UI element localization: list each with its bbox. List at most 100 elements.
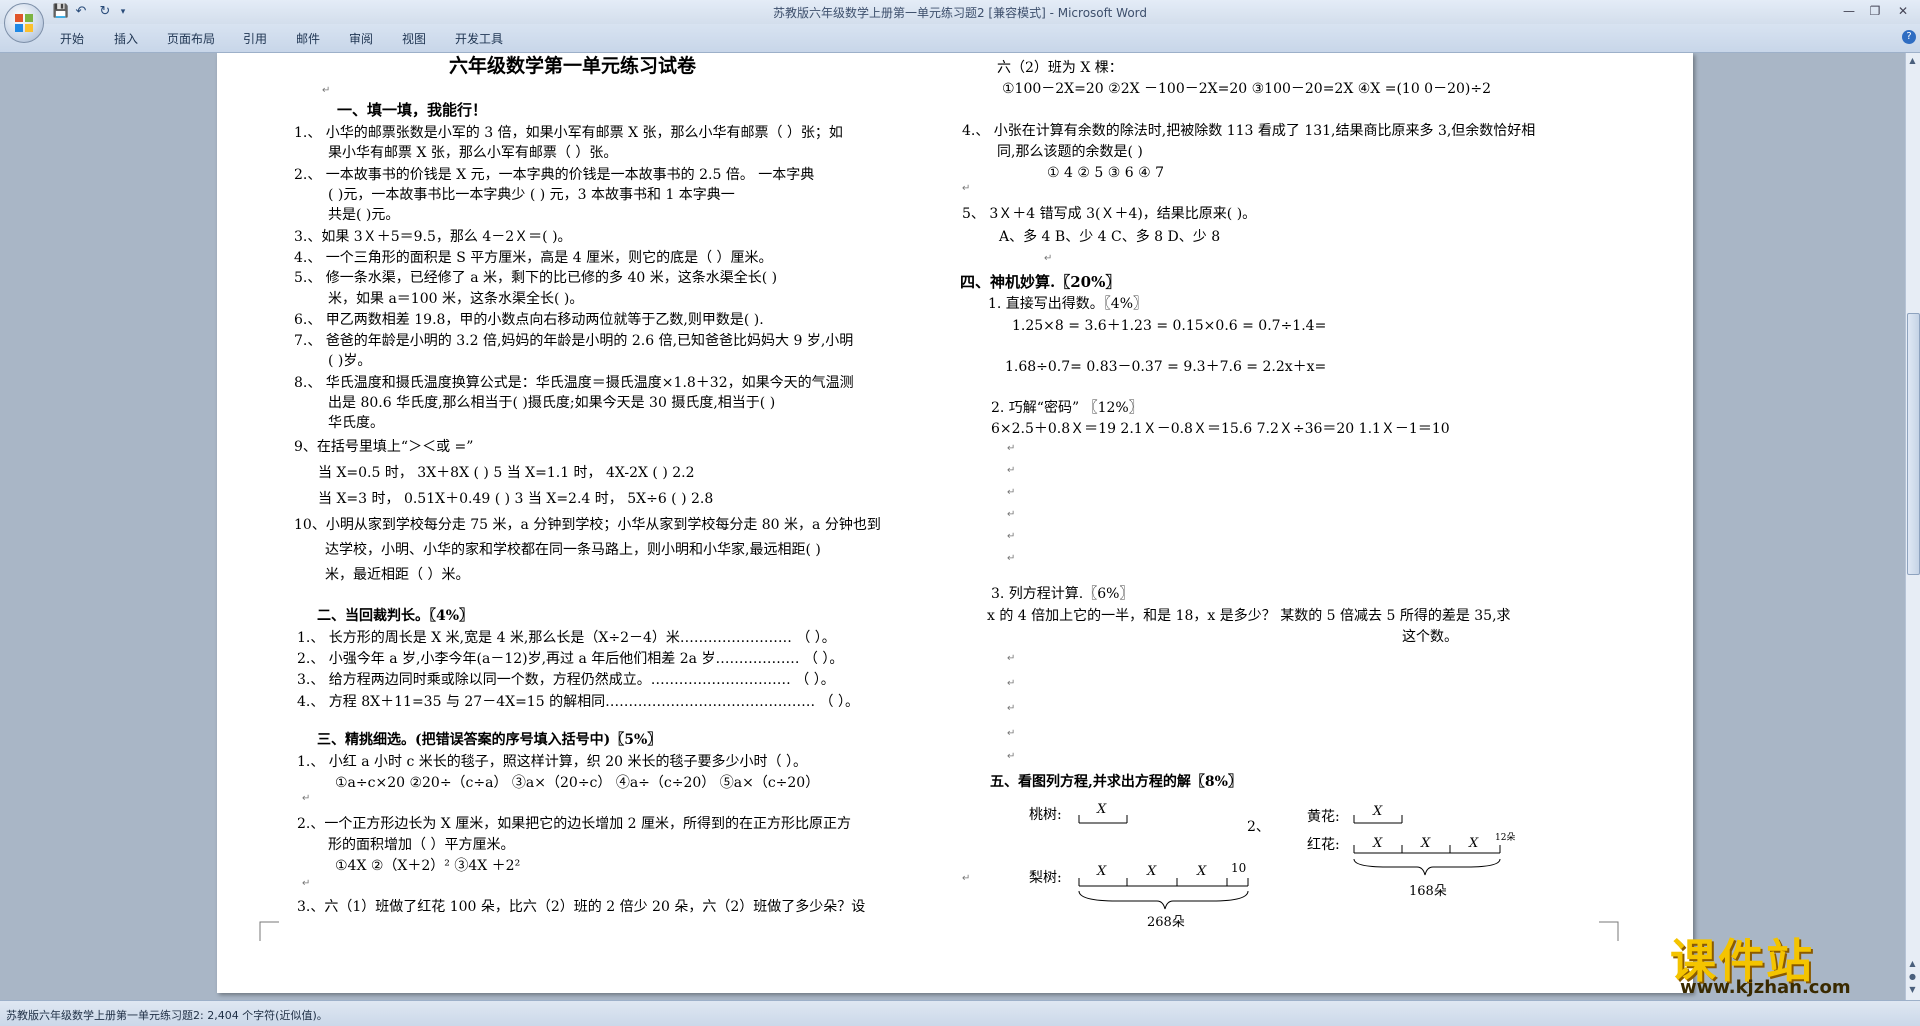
scroll-thumb[interactable]: [1907, 313, 1920, 575]
fig1-total-label: 268朵: [1147, 915, 1185, 930]
choice-4-line-b: 同,那么该题的余数是( ): [997, 144, 1143, 160]
q9-row-b: 当 X=3 时， 0.51X＋0.49 ( ) 3 当 X=2.4 时， 5X÷…: [318, 491, 714, 507]
paragraph-mark: ↵: [1007, 509, 1016, 520]
document-area[interactable]: 六年级数学第一单元练习试卷 一、填一填，我能行！ 1.、 小华的邮票张数是小军的…: [0, 53, 1906, 1000]
paragraph-mark: ↵: [302, 878, 311, 889]
paragraph-mark: ↵: [962, 873, 971, 884]
tab-page-layout[interactable]: 页面布局: [167, 30, 215, 47]
choice-5-options: A、多 4 B、少 4 C、多 8 D、少 8: [999, 229, 1221, 245]
fig2-x-label: X: [1420, 836, 1431, 851]
choice-3-options: ①100－2X=20 ②2X －100－2X=20 ③100－20=2X ④X …: [1002, 81, 1491, 97]
paragraph-mark: ↵: [322, 85, 331, 96]
fig2-yellow-label: 黄花:: [1307, 808, 1340, 825]
figure-yellow-red: 2、 黄花: X 红花: X X X 12朵 168朵: [1247, 804, 1515, 899]
paragraph-mark: ↵: [1007, 531, 1016, 542]
undo-icon[interactable]: ↶: [72, 3, 90, 21]
paragraph-mark: ↵: [1044, 253, 1053, 264]
fig1-peach-label: 桃树:: [1029, 807, 1062, 823]
judge-2: 2.、 小强今年 a 岁,小李今年(a－12)岁,再过 a 年后他们相差 2a …: [297, 651, 844, 667]
fig2-number-label: 2、: [1247, 819, 1270, 835]
watermark-url: www.kjzhan.com: [1680, 977, 1851, 998]
q1-line-b: 果小华有邮票 X 张，那么小军有邮票（ ）张。: [328, 145, 618, 161]
q8-line-b: 出是 80.6 华氏度,那么相当于( )摄氏度;如果今天是 30 摄氏度,相当于…: [328, 395, 776, 411]
close-icon[interactable]: ✕: [1892, 2, 1914, 20]
calc-1-row-a: 1.25×8 = 3.6＋1.23 = 0.15×0.6 = 0.7÷1.4=: [1012, 318, 1327, 334]
tab-references[interactable]: 引用: [243, 30, 267, 47]
paragraph-mark: ↵: [1007, 553, 1016, 564]
paragraph-mark: ↵: [1007, 465, 1016, 476]
section-2-heading: 二、当回裁判长。〖4%〗: [317, 608, 474, 624]
paragraph-mark: ↵: [1007, 728, 1016, 739]
help-icon[interactable]: ?: [1902, 30, 1916, 44]
redo-icon[interactable]: ↻: [96, 3, 114, 21]
fig1-x-label: X: [1146, 864, 1157, 879]
save-icon[interactable]: 💾: [52, 3, 70, 21]
figure-peach-pear: 桃树: X 梨树: X X X 10 268朵: [1029, 802, 1249, 930]
fig2-red-label: 红花:: [1307, 837, 1340, 853]
judge-3: 3.、 给方程两边同时乘或除以同一个数，方程仍然成立。………………………… （ …: [297, 672, 835, 688]
paragraph-mark: ↵: [1007, 751, 1016, 762]
fig1-x-label: X: [1096, 864, 1107, 879]
choice-1: 1.、 小红 a 小时 c 米长的毯子，照这样计算，织 20 米长的毯子要多少小…: [297, 754, 807, 770]
q8-line-c: 华氏度。: [328, 415, 384, 431]
fig2-twelve-label: 12朵: [1495, 832, 1515, 843]
tab-developer[interactable]: 开发工具: [455, 30, 503, 47]
choice-1-options: ①a÷c×20 ②20÷（c÷a） ③a×（20÷c） ④a÷（c÷20） ⑤a…: [335, 775, 820, 791]
customize-icon[interactable]: ▾: [114, 3, 132, 21]
q5-line-a: 5.、 修一条水渠，已经修了 a 米，剩下的比已修的多 40 米，这条水渠全长(…: [294, 270, 778, 286]
calc-2-heading: 2. 巧解“密码” 〖12%〗: [991, 400, 1143, 416]
choice-3-line-b: 六（2）班为 X 棵：: [997, 60, 1123, 76]
paragraph-mark: ↵: [1007, 678, 1016, 689]
office-button[interactable]: [4, 3, 44, 43]
paragraph-mark: ↵: [302, 793, 311, 804]
q2-line-c: 共是( )元。: [328, 207, 400, 223]
crop-mark: [1599, 921, 1619, 941]
tab-view[interactable]: 视图: [402, 30, 426, 47]
vertical-scrollbar[interactable]: ▲ ▲ ● ▼: [1905, 53, 1920, 1000]
section-3-heading: 三、精挑细选。(把错误答案的序号填入括号中)〖5%〗: [317, 732, 662, 748]
judge-1: 1.、 长方形的周长是 X 米,宽是 4 米,那么长是（X÷2－4）米………………: [297, 630, 836, 646]
q7-line-a: 7.、 爸爸的年龄是小明的 3.2 倍,妈妈的年龄是小明的 2.6 倍,已知爸爸…: [294, 333, 854, 349]
window-title: 苏教版六年级数学上册第一单元练习题2 [兼容模式] - Microsoft Wo…: [772, 6, 1148, 20]
q10-line-b: 达学校，小明、小华的家和学校都在同一条马路上，则小明和小华家,最远相距( ): [325, 542, 821, 558]
q5-line-b: 米，如果 a＝100 米，这条水渠全长( )。: [328, 291, 584, 307]
calc-3-heading: 3. 列方程计算.〖6%〗: [991, 586, 1134, 602]
q3-line: 3.、如果 3Ｘ＋5＝9.5，那么 4－2Ｘ＝( )。: [294, 229, 572, 245]
q2-line-b: ( )元，一本故事书比一本字典少 ( ) 元，3 本故事书和 1 本字典一: [328, 187, 735, 203]
maximize-icon[interactable]: ❐: [1864, 2, 1886, 20]
status-bar: 苏教版六年级数学上册第一单元练习题2: 2,404 个字符(近似值)。: [0, 1000, 1920, 1026]
tab-insert[interactable]: 插入: [114, 30, 138, 47]
q2-line-a: 2.、 一本故事书的价钱是 X 元，一本字典的价钱是一本故事书的 2.5 倍。 …: [294, 167, 815, 183]
crop-mark: [259, 921, 279, 941]
choice-5-line: 5、 3Ｘ＋4 错写成 3(Ｘ＋4)，结果比原来( )。: [962, 206, 1257, 222]
paragraph-mark: ↵: [1007, 487, 1016, 498]
choice-3-line-a: 3.、六（1）班做了红花 100 朵，比六（2）班的 2 倍少 20 朵，六（2…: [297, 899, 866, 915]
choice-2-line-a: 2.、一个正方形边长为 X 厘米，如果把它的边长增加 2 厘米，所得到的在正方形…: [297, 816, 852, 832]
fig1-x-label: X: [1196, 864, 1207, 879]
scroll-up-icon[interactable]: ▲: [1907, 55, 1918, 66]
q6-line: 6.、 甲乙两数相差 19.8，甲的小数点向右移动两位就等于乙数,则甲数是( )…: [294, 312, 764, 328]
paragraph-mark: ↵: [1007, 653, 1016, 664]
fig1-x-label: X: [1096, 802, 1107, 817]
section-5-heading: 五、看图列方程,并求出方程的解〖8%〗: [990, 774, 1242, 790]
q10-line-c: 米，最近相距（ ）米。: [325, 567, 470, 583]
minimize-icon[interactable]: —: [1838, 2, 1860, 20]
status-text: 苏教版六年级数学上册第一单元练习题2: 2,404 个字符(近似值)。: [6, 1009, 328, 1022]
tab-mailings[interactable]: 邮件: [296, 30, 320, 47]
paragraph-mark: ↵: [1007, 443, 1016, 454]
calc-3-line-a: x 的 4 倍加上它的一半，和是 18，x 是多少？ 某数的 5 倍减去 5 所…: [987, 608, 1511, 624]
judge-4: 4.、 方程 8X＋11=35 与 27－4X=15 的解相同…………………………: [297, 694, 859, 710]
title-bar: 苏教版六年级数学上册第一单元练习题2 [兼容模式] - Microsoft Wo…: [0, 0, 1920, 24]
document-page[interactable]: 六年级数学第一单元练习试卷 一、填一填，我能行！ 1.、 小华的邮票张数是小军的…: [217, 53, 1693, 993]
fig2-total-label: 168朵: [1409, 884, 1447, 899]
choice-2-options: ①4X ②（X＋2）² ③4X ＋2²: [335, 858, 521, 874]
office-logo-icon: [15, 14, 33, 32]
calc-1-heading: 1. 直接写出得数。〖4%〗: [988, 296, 1148, 312]
paragraph-mark: ↵: [962, 183, 971, 194]
calc-1-row-b: 1.68÷0.7= 0.83－0.37 = 9.3＋7.6 = 2.2x＋x=: [1005, 359, 1327, 375]
q8-line-a: 8.、 华氏温度和摄氏温度换算公式是：华氏温度＝摄氏温度×1.8＋32，如果今天…: [294, 375, 854, 391]
tab-review[interactable]: 审阅: [349, 30, 373, 47]
doc-title: 六年级数学第一单元练习试卷: [449, 55, 697, 77]
q7-line-b: ( )岁。: [328, 353, 372, 369]
tab-home[interactable]: 开始: [60, 30, 84, 47]
